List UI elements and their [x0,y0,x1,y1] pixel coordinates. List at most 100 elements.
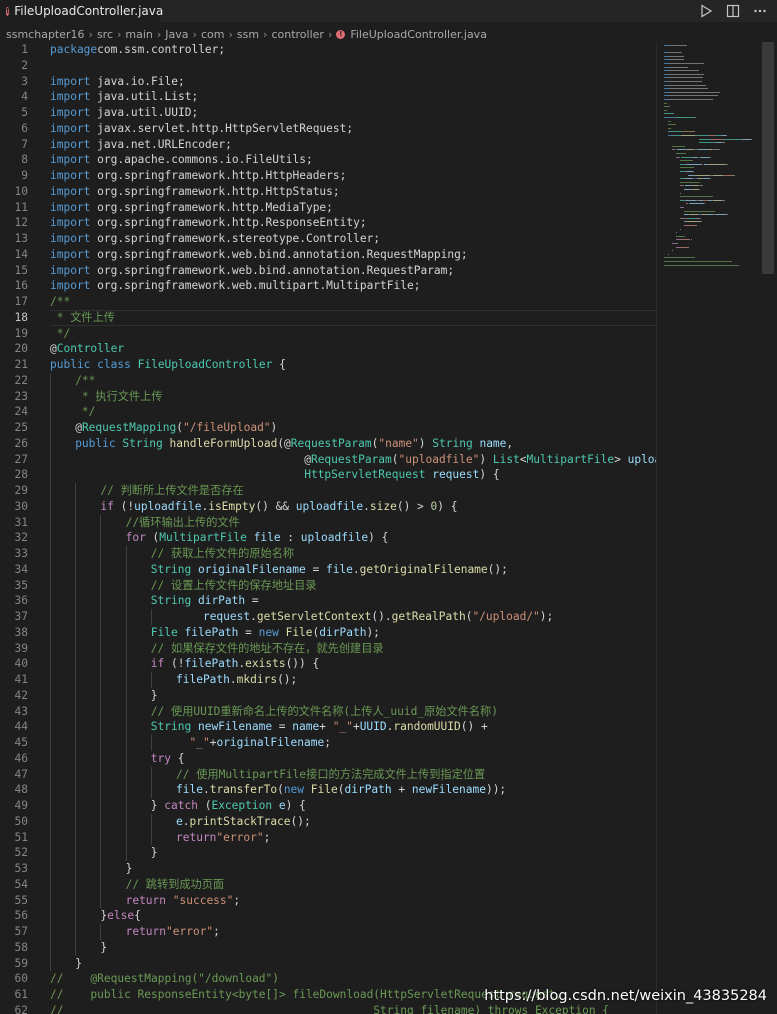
code-line[interactable]: 48 file.transferTo(new File(dirPath + new… [0,782,656,798]
breadcrumb-item[interactable]: main [125,28,152,41]
code-line[interactable]: 42} [0,687,656,704]
code-line[interactable]: 1 packagecom.ssm.controller; [0,42,656,58]
breadcrumb-item[interactable]: controller [271,28,323,41]
code-line[interactable]: 4 import java.util.List; [0,89,656,105]
code-token: request [202,610,251,623]
code-line[interactable]: 7 import java.net.URLEncoder; [0,137,656,153]
code-line[interactable]: 25 @RequestMapping("/fileUpload") [0,420,656,436]
code-line[interactable]: 37 request.getServletContext().getRealPa… [0,609,656,625]
breadcrumb-item[interactable]: com [201,28,225,41]
code-line[interactable]: 53} [0,861,656,877]
code-line[interactable]: 54 // 跳转到成功页面 [0,876,656,893]
code-line[interactable]: 41 filePath.mkdirs(); [0,672,656,688]
code-line[interactable]: 33 // 获取上传文件的原始名称 [0,546,656,562]
breadcrumb-item[interactable]: Java [165,28,188,41]
line-number: 33 [14,547,28,560]
code-token: request [432,468,480,482]
indent-guide [50,924,51,940]
code-line[interactable]: 21 public class FileUploadController { [0,357,656,373]
more-actions-icon[interactable] [753,4,767,18]
code-token: file [253,531,281,545]
minimap-stroke [697,189,701,190]
code-line[interactable]: 5 import java.util.UUID; [0,105,656,121]
code-line[interactable]: 8 import org.apache.commons.io.FileUtils; [0,152,656,168]
code-line[interactable]: 22 /** [0,372,656,389]
indent-guide [100,577,102,594]
code-line[interactable]: 30 if (!uploadfile.isEmpty() && uploadfil… [0,498,656,515]
code-line[interactable]: 44 String newFilename = name+ "_"+UUID.ra… [0,719,656,735]
code-line[interactable]: 55 return "success"; [0,892,656,909]
minimap[interactable] [662,42,758,274]
code-line[interactable]: 32 for (MultipartFile file : uploadfile) … [0,530,656,546]
code-line[interactable]: 12 import org.springframework.http.Respon… [0,215,656,231]
code-token: //循环输出上传的文件 [125,515,240,529]
play-icon[interactable] [699,4,713,18]
code-line[interactable]: 60 // @RequestMapping("/download") [0,971,656,987]
scrollbar-thumb[interactable] [762,42,774,274]
indent-guide [75,640,77,657]
code-line[interactable]: 2 [0,58,656,74]
breadcrumb-item[interactable]: ssm [237,28,259,41]
code-line[interactable]: 18 * 文件上传 [0,309,656,326]
code-line[interactable]: 19 */ [0,326,656,342]
code-line[interactable]: 9 import org.springframework.http.HttpHea… [0,168,656,184]
split-editor-icon[interactable] [726,4,740,18]
code-line[interactable]: 14 import org.springframework.web.bind.an… [0,247,656,263]
code-line[interactable]: 23 * 执行文件上传 [0,388,656,405]
minimap-stroke [680,228,681,230]
code-line[interactable]: 43 // 使用UUID重新命名上传的文件名称(上传人_uuid_原始文件名称) [0,703,656,720]
code-padding [176,610,203,623]
code-line[interactable]: 31 //循环输出上传的文件 [0,514,656,531]
minimap-stroke [688,217,697,219]
code-line[interactable]: 57 return"error"; [0,924,656,940]
code-line[interactable]: 35 // 设置上传文件的保存地址目录 [0,577,656,594]
code-line[interactable]: 45 "_"+originalFilename; [0,735,656,751]
indent-guide [50,687,51,704]
code-line[interactable]: 3 import java.io.File; [0,74,656,90]
code-line[interactable]: 6 import javax.servlet.http.HttpServletRe… [0,121,656,137]
indent-guide [50,829,51,846]
code-text: import org.springframework.http.MediaTyp… [50,200,333,216]
indent-guide [75,546,77,562]
editor-tab[interactable]: ! FileUploadController.java [0,0,163,22]
code-line[interactable]: 15 import org.springframework.web.bind.an… [0,263,656,279]
code-line[interactable]: 49} catch (Exception e) { [0,798,656,814]
code-editor[interactable]: 1 packagecom.ssm.controller; 2 3 import java… [0,42,656,1014]
code-token: return [125,893,167,907]
code-line[interactable]: 29 // 判断所上传文件是否存在 [0,483,656,499]
code-token: ( [145,531,160,545]
code-line[interactable]: 11 import org.springframework.http.MediaT… [0,200,656,216]
code-line[interactable]: 36 String dirPath = [0,593,656,609]
indent-guide [75,829,77,846]
code-line[interactable]: 51 return"error"; [0,829,656,846]
code-line[interactable]: 47 // 使用MultipartFile接口的方法完成文件上传到指定位置 [0,766,656,783]
code-line[interactable]: 28 HttpServletRequest request) { [0,467,656,483]
code-line[interactable]: 34 String originalFilename = file.getOrig… [0,561,656,578]
code-line[interactable]: 58} [0,939,656,956]
code-padding [75,453,304,466]
code-line[interactable]: 24 */ [0,404,656,420]
line-number: 32 [14,531,28,545]
code-line[interactable]: 62 // String filename) throws Exception { [0,1003,656,1014]
code-line[interactable]: 59} [0,955,656,972]
editor-actions [699,0,767,22]
breadcrumb-item[interactable]: FileUploadController.java [350,28,487,41]
breadcrumb-item[interactable]: src [97,28,113,41]
code-line[interactable]: 20 @Controller [0,341,656,357]
code-line[interactable]: 26 public String handleFormUpload(@Reques… [0,435,656,452]
indent-guide [50,467,51,483]
code-line[interactable]: 38 File filePath = new File(dirPath); [0,624,656,641]
code-line[interactable]: 52} [0,845,656,861]
code-line[interactable]: 50 e.printStackTrace(); [0,813,656,830]
code-line[interactable]: 40 if (!filePath.exists()) { [0,656,656,672]
breadcrumb-item[interactable]: ssmchapter16 [6,28,85,41]
code-line[interactable]: 27 @RequestParam("uploadfile") List<Mult… [0,451,656,468]
code-token: RequestMapping [81,421,177,434]
code-line[interactable]: 56}else{ [0,908,656,924]
code-line[interactable]: 10 import org.springframework.http.HttpSt… [0,184,656,200]
code-line[interactable]: 17 /** [0,294,656,310]
code-line[interactable]: 39 // 如果保存文件的地址不存在，就先创建目录 [0,640,656,657]
code-line[interactable]: 13 import org.springframework.stereotype.… [0,231,656,247]
code-line[interactable]: 46 try { [0,750,656,767]
code-line[interactable]: 16 import org.springframework.web.multipa… [0,278,656,294]
